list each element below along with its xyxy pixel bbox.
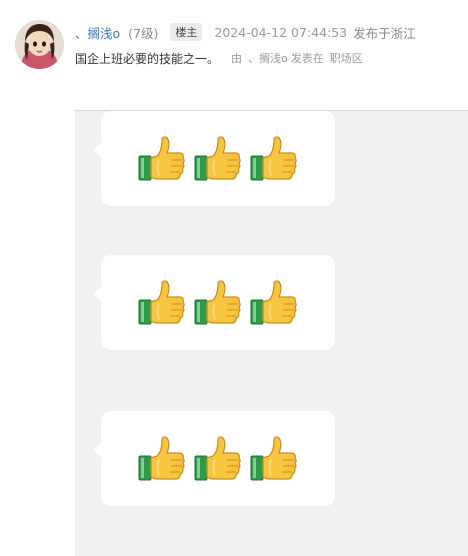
thumbs-up-icon xyxy=(250,279,297,324)
via-prefix: 由 xyxy=(231,52,243,65)
thumbs-up-icon xyxy=(194,135,241,180)
post-content: 国企上班必要的技能之一。 由 、搁浅o 发表在 职场区 xyxy=(75,49,363,67)
avatar[interactable] xyxy=(15,20,64,69)
chat-bubble xyxy=(93,411,335,506)
thumbs-up-icon xyxy=(194,279,241,324)
thumbs-up-icon xyxy=(138,279,185,324)
thumbs-up-icon xyxy=(250,435,297,480)
chat-bubble xyxy=(93,255,335,350)
via-username-link[interactable]: 、搁浅o xyxy=(248,50,288,66)
post-image[interactable] xyxy=(75,111,468,556)
post-location: 发布于浙江 xyxy=(353,25,416,41)
board-link[interactable]: 职场区 xyxy=(330,50,363,66)
post-page: 、搁浅o (7级) 楼主 2024-04-12 07:44:53 发布于浙江 国… xyxy=(0,0,468,556)
post-text: 国企上班必要的技能之一。 xyxy=(75,51,220,66)
user-level: (7级) xyxy=(128,25,159,41)
post-timestamp: 2024-04-12 07:44:53 xyxy=(214,24,348,40)
thumbs-up-icon xyxy=(138,135,185,180)
avatar-image xyxy=(15,20,64,69)
username-link[interactable]: 、搁浅o xyxy=(75,23,120,42)
chat-bubble xyxy=(93,111,335,206)
post-meta: 、搁浅o (7级) 楼主 2024-04-12 07:44:53 发布于浙江 xyxy=(75,22,416,42)
thumbs-up-icon xyxy=(250,135,297,180)
thumbs-up-icon xyxy=(194,435,241,480)
via-action: 发表在 xyxy=(290,52,324,65)
thumbs-up-icon xyxy=(138,435,185,480)
owner-badge: 楼主 xyxy=(170,23,203,41)
